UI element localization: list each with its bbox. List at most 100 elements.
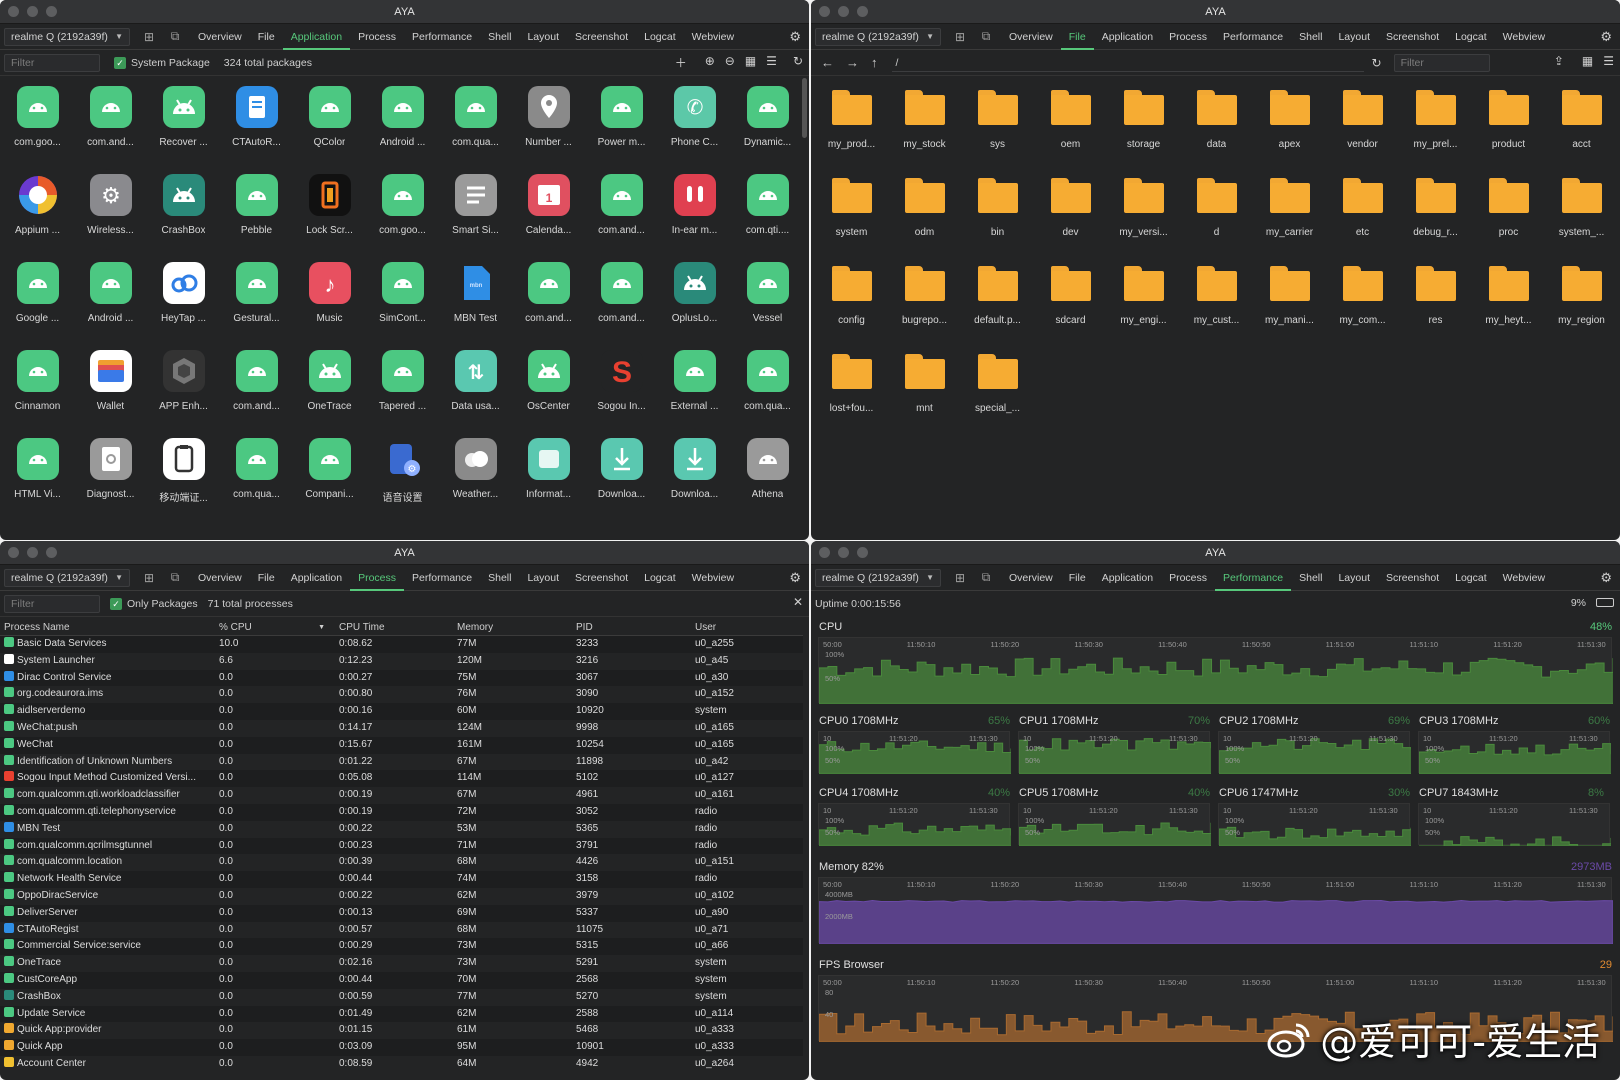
table-row[interactable]: WeChat:push 0.0 0:14.17 124M 9998 u0_a165 [0, 720, 803, 737]
table-row[interactable]: com.qualcomm.qti.telephonyservice 0.0 0:00… [0, 803, 803, 821]
filter-input[interactable]: Filter [4, 53, 100, 72]
tab-process[interactable]: Process [350, 24, 404, 50]
table-row[interactable]: DeliverServer 0.0 0:00.13 69M 5337 u0_a90 [0, 904, 803, 922]
folder-item[interactable]: config [815, 254, 888, 342]
folder-item[interactable]: odm [888, 166, 961, 254]
tab-logcat[interactable]: Logcat [636, 24, 684, 50]
upload-icon[interactable]: ⇪ [1554, 54, 1564, 68]
folder-item[interactable]: my_prel... [1399, 78, 1472, 166]
app-item[interactable]: ⚙ Wireless... [74, 166, 147, 254]
table-row[interactable]: org.codeaurora.ims 0.0 0:00.80 76M 3090 u0_a1… [0, 686, 803, 703]
app-item[interactable]: Number ... [512, 78, 585, 166]
maximize-window-button[interactable] [857, 6, 868, 17]
cast-screen-icon[interactable]: ⧉ [164, 570, 186, 585]
tab-process[interactable]: Process [1161, 565, 1215, 591]
zoom-out-icon[interactable]: ⊖ [725, 54, 735, 71]
minimize-window-button[interactable] [27, 6, 38, 17]
tab-file[interactable]: File [250, 24, 283, 50]
folder-item[interactable]: etc [1326, 166, 1399, 254]
table-row[interactable]: CustCoreApp 0.0 0:00.44 70M 2568 system [0, 971, 803, 989]
list-view-icon[interactable]: ☰ [766, 54, 777, 71]
table-row[interactable]: Quick App 0.0 0:03.09 95M 10901 u0_a333 [0, 1039, 803, 1056]
folder-item[interactable]: my_region [1545, 254, 1618, 342]
app-item[interactable]: com.and... [585, 254, 658, 342]
minimize-window-button[interactable] [27, 547, 38, 558]
app-item[interactable]: Cinnamon [1, 342, 74, 430]
close-window-button[interactable] [819, 547, 830, 558]
folder-item[interactable]: my_carrier [1253, 166, 1326, 254]
app-item[interactable]: Gestural... [220, 254, 293, 342]
app-item[interactable]: ⚙ 语音设置 [366, 430, 439, 518]
folder-item[interactable]: my_cust... [1180, 254, 1253, 342]
add-icon[interactable]: ＋ [675, 54, 687, 71]
zoom-in-icon[interactable]: ⊕ [705, 54, 715, 71]
folder-item[interactable]: default.p... [961, 254, 1034, 342]
tab-layout[interactable]: Layout [1330, 24, 1378, 50]
app-item[interactable]: Tapered ... [366, 342, 439, 430]
tab-layout[interactable]: Layout [1330, 565, 1378, 591]
tab-shell[interactable]: Shell [480, 565, 519, 591]
app-item[interactable]: QColor [293, 78, 366, 166]
folder-item[interactable]: system [815, 166, 888, 254]
folder-item[interactable]: my_prod... [815, 78, 888, 166]
folder-item[interactable]: apex [1253, 78, 1326, 166]
path-input[interactable]: / [891, 54, 1364, 72]
table-row[interactable]: Dirac Control Service 0.0 0:00.27 75M 3067 u0… [0, 669, 803, 687]
tab-webview[interactable]: Webview [1495, 24, 1553, 50]
table-row[interactable]: OneTrace 0.0 0:02.16 73M 5291 system [0, 955, 803, 972]
app-item[interactable]: Diagnost... [74, 430, 147, 518]
tab-file[interactable]: File [250, 565, 283, 591]
app-item[interactable]: Vessel [731, 254, 804, 342]
tab-performance[interactable]: Performance [1215, 565, 1292, 591]
minimize-window-button[interactable] [838, 547, 849, 558]
app-item[interactable]: Wallet [74, 342, 147, 430]
app-item[interactable]: APP Enh... [147, 342, 220, 430]
tab-process[interactable]: Process [1161, 24, 1215, 50]
table-row[interactable]: aidlserverdemo 0.0 0:00.16 60M 10920 system [0, 703, 803, 720]
close-window-button[interactable] [8, 6, 19, 17]
app-item[interactable]: In-ear m... [658, 166, 731, 254]
tab-logcat[interactable]: Logcat [1447, 24, 1495, 50]
close-icon[interactable]: ✕ [793, 595, 803, 609]
app-item[interactable]: 移动端证... [147, 430, 220, 518]
folder-item[interactable]: bin [961, 166, 1034, 254]
app-item[interactable]: Athena [731, 430, 804, 518]
tab-screenshot[interactable]: Screenshot [567, 24, 636, 50]
folder-item[interactable]: acct [1545, 78, 1618, 166]
folder-item[interactable]: special_... [961, 342, 1034, 430]
app-item[interactable]: com.and... [512, 254, 585, 342]
column-header-cpu[interactable]: % CPU ▼ [215, 619, 335, 635]
app-item[interactable]: ♪ Music [293, 254, 366, 342]
gear-icon[interactable]: ⚙ [1600, 29, 1612, 45]
system-package-checkbox[interactable]: ✓ [114, 56, 126, 69]
table-row[interactable]: WeChat 0.0 0:15.67 161M 10254 u0_a165 [0, 736, 803, 754]
app-item[interactable]: ✆ Phone C... [658, 78, 731, 166]
app-item[interactable]: External ... [658, 342, 731, 430]
folder-item[interactable]: product [1472, 78, 1545, 166]
tab-overview[interactable]: Overview [1001, 565, 1061, 591]
app-item[interactable]: Informat... [512, 430, 585, 518]
tab-webview[interactable]: Webview [684, 565, 742, 591]
column-header-user[interactable]: User [691, 619, 803, 635]
app-item[interactable]: CTAutoR... [220, 78, 293, 166]
folder-item[interactable]: mnt [888, 342, 961, 430]
maximize-window-button[interactable] [857, 547, 868, 558]
column-header-cpu-time[interactable]: CPU Time [335, 619, 453, 635]
app-item[interactable]: com.qua... [439, 78, 512, 166]
app-item[interactable]: ⇅ Data usa... [439, 342, 512, 430]
column-header-process-name[interactable]: Process Name [0, 619, 215, 635]
grid-view-icon[interactable]: ▦ [1582, 54, 1593, 68]
minimize-window-button[interactable] [838, 6, 849, 17]
folder-item[interactable]: d [1180, 166, 1253, 254]
tab-logcat[interactable]: Logcat [1447, 565, 1495, 591]
folder-item[interactable]: my_heyt... [1472, 254, 1545, 342]
tab-logcat[interactable]: Logcat [636, 565, 684, 591]
app-item[interactable]: Downloa... [658, 430, 731, 518]
folder-item[interactable]: bugrepo... [888, 254, 961, 342]
folder-item[interactable]: oem [1034, 78, 1107, 166]
tab-application[interactable]: Application [282, 24, 351, 50]
tab-shell[interactable]: Shell [480, 24, 519, 50]
app-item[interactable]: com.qua... [220, 430, 293, 518]
folder-item[interactable]: debug_r... [1399, 166, 1472, 254]
app-item[interactable]: OneTrace [293, 342, 366, 430]
